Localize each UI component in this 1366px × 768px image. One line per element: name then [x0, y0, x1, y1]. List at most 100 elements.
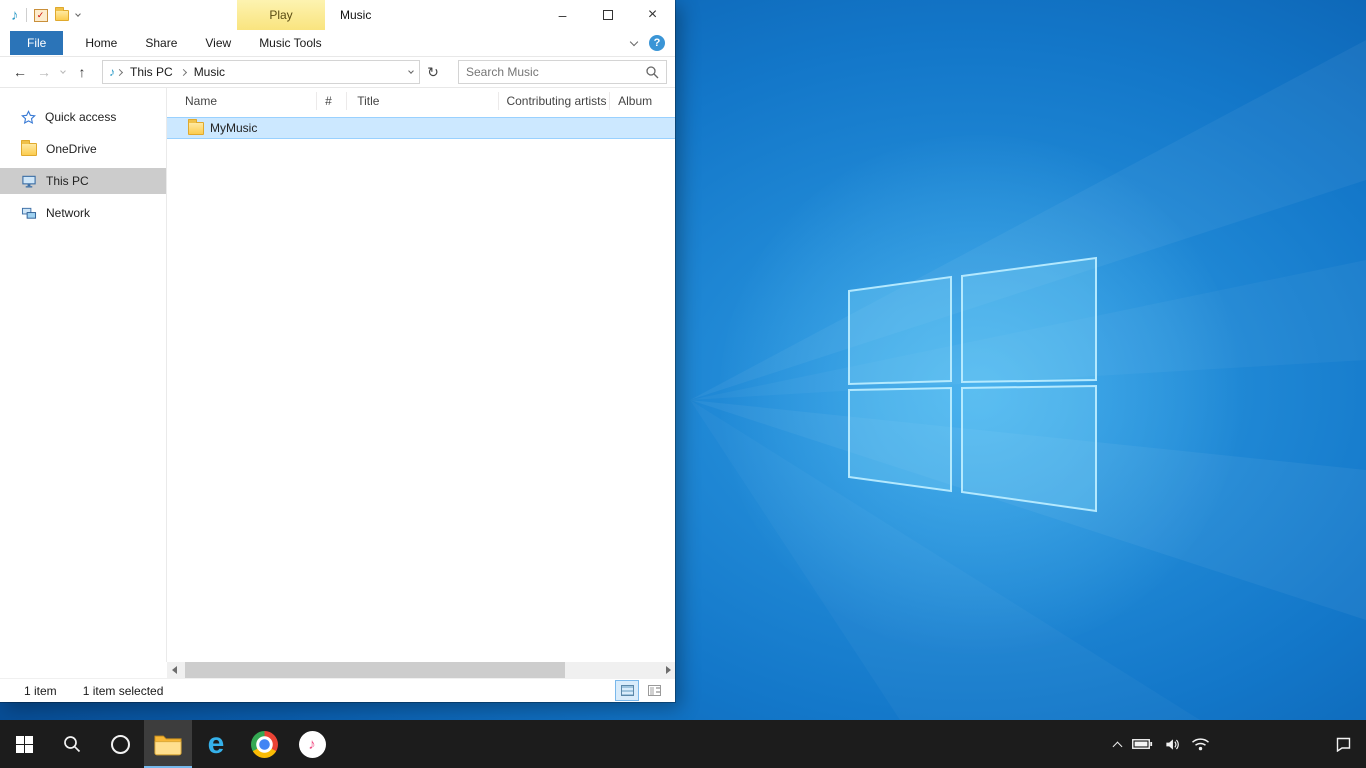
- address-dropdown-chevron-icon[interactable]: [408, 68, 414, 74]
- expand-ribbon-chevron-icon[interactable]: [630, 37, 638, 45]
- quick-access-star-icon: [21, 110, 36, 125]
- refresh-button[interactable]: ↻: [420, 60, 446, 84]
- breadcrumb-chevron-icon: [180, 68, 187, 75]
- music-library-icon: ♪: [11, 8, 19, 23]
- taskbar-itunes-button[interactable]: ♪: [288, 720, 336, 768]
- breadcrumb-music[interactable]: Music: [188, 65, 231, 79]
- sidebar-item-onedrive[interactable]: OneDrive: [0, 136, 166, 162]
- onedrive-icon: [21, 143, 37, 156]
- title-bar: ♪ ✓ Play Music – ×: [0, 0, 675, 30]
- view-toggles: [616, 681, 665, 700]
- ribbon-tab-strip: File Home Share View Music Tools ?: [0, 30, 675, 57]
- search-box[interactable]: [458, 60, 667, 84]
- battery-icon[interactable]: [1132, 738, 1153, 750]
- network-wifi-icon[interactable]: [1191, 737, 1210, 751]
- tab-view[interactable]: View: [191, 31, 245, 55]
- action-center-button[interactable]: [1335, 720, 1352, 768]
- contextual-tab-badge[interactable]: Play: [237, 0, 325, 30]
- details-view-icon: [621, 685, 634, 696]
- column-label: #: [325, 94, 332, 108]
- search-icon: [62, 734, 82, 754]
- quick-access-toolbar: ♪ ✓: [0, 8, 80, 23]
- this-pc-monitor-icon: [21, 174, 37, 189]
- system-tray: [1114, 720, 1210, 768]
- new-folder-icon[interactable]: [55, 10, 69, 21]
- toolbar-separator: [26, 8, 27, 22]
- column-header-album[interactable]: Album: [610, 92, 675, 110]
- column-label: Title: [357, 94, 379, 108]
- taskbar-search-button[interactable]: [48, 720, 96, 768]
- scroll-left-arrow-icon[interactable]: [167, 662, 181, 678]
- maximize-icon: [603, 10, 613, 20]
- cortana-button[interactable]: [96, 720, 144, 768]
- minimize-button[interactable]: –: [540, 0, 585, 30]
- column-header-name[interactable]: Name: [167, 92, 317, 110]
- itunes-icon: ♪: [299, 731, 326, 758]
- status-bar: 1 item 1 item selected: [0, 678, 675, 702]
- address-bar-row: ← → ↑ ♪ This PC Music ↻: [0, 57, 675, 88]
- sidebar-item-label: Quick access: [45, 110, 116, 124]
- file-explorer-icon: [154, 733, 182, 756]
- window-controls: – ×: [540, 0, 675, 30]
- start-button[interactable]: [0, 720, 48, 768]
- up-button[interactable]: ↑: [70, 60, 94, 84]
- navigation-pane: Quick access OneDrive This PC Netw: [0, 88, 167, 662]
- maximize-button[interactable]: [585, 0, 630, 30]
- sidebar-item-this-pc[interactable]: This PC: [0, 168, 166, 194]
- help-icon[interactable]: ?: [649, 35, 665, 51]
- address-bar[interactable]: ♪ This PC Music: [102, 60, 420, 84]
- column-headers: Name # Title Contributing artists Album: [167, 88, 675, 114]
- scroll-right-arrow-icon[interactable]: [661, 662, 675, 678]
- large-icons-view-button[interactable]: [643, 681, 665, 700]
- edge-icon: e: [208, 729, 225, 759]
- location-music-icon: ♪: [109, 66, 115, 78]
- sidebar-item-quick-access[interactable]: Quick access: [0, 104, 166, 130]
- action-center-icon: [1335, 736, 1352, 752]
- file-name: MyMusic: [210, 121, 257, 135]
- column-header-number[interactable]: #: [317, 92, 347, 110]
- file-row-mymusic[interactable]: MyMusic: [167, 117, 675, 139]
- window-title: Music: [340, 0, 371, 30]
- sidebar-item-label: Network: [46, 206, 90, 220]
- horizontal-scrollbar[interactable]: [167, 662, 675, 678]
- sidebar-item-label: OneDrive: [46, 142, 97, 156]
- network-icon: [21, 206, 37, 221]
- scrollbar-thumb[interactable]: [185, 662, 565, 678]
- tab-file[interactable]: File: [10, 31, 63, 55]
- search-input[interactable]: [466, 65, 645, 79]
- tab-music-tools[interactable]: Music Tools: [245, 31, 335, 55]
- windows-start-icon: [16, 736, 33, 753]
- close-button[interactable]: ×: [630, 0, 675, 30]
- forward-button[interactable]: →: [32, 60, 56, 84]
- column-label: Contributing artists: [506, 94, 606, 108]
- selected-count: 1 item selected: [83, 684, 164, 698]
- chrome-icon: [251, 731, 278, 758]
- taskbar: e ♪: [0, 720, 1366, 768]
- main-area: Quick access OneDrive This PC Netw: [0, 88, 675, 662]
- tab-home[interactable]: Home: [71, 31, 131, 55]
- details-view-button[interactable]: [616, 681, 638, 700]
- breadcrumb-this-pc[interactable]: This PC: [124, 65, 179, 79]
- ribbon-right-controls: ?: [631, 35, 675, 51]
- taskbar-edge-button[interactable]: e: [192, 720, 240, 768]
- volume-icon[interactable]: [1164, 737, 1180, 752]
- sidebar-item-network[interactable]: Network: [0, 200, 166, 226]
- column-header-contributing-artists[interactable]: Contributing artists: [499, 92, 610, 110]
- breadcrumb-chevron-icon: [116, 68, 123, 75]
- column-header-title[interactable]: Title: [347, 92, 499, 110]
- tab-share[interactable]: Share: [131, 31, 191, 55]
- taskbar-chrome-button[interactable]: [240, 720, 288, 768]
- taskbar-file-explorer-button[interactable]: [144, 720, 192, 768]
- customize-toolbar-chevron-icon[interactable]: [75, 11, 81, 17]
- recent-locations-chevron-icon[interactable]: [56, 60, 70, 84]
- show-hidden-icons-chevron-icon[interactable]: [1113, 741, 1123, 751]
- search-icon[interactable]: [645, 65, 659, 79]
- file-list-pane: Name # Title Contributing artists Album …: [167, 88, 675, 662]
- large-icons-view-icon: [648, 685, 661, 696]
- properties-icon[interactable]: ✓: [34, 9, 48, 22]
- column-label: Album: [618, 94, 652, 108]
- sidebar-item-label: This PC: [46, 174, 89, 188]
- column-label: Name: [185, 94, 217, 108]
- folder-icon: [188, 122, 204, 135]
- back-button[interactable]: ←: [8, 60, 32, 84]
